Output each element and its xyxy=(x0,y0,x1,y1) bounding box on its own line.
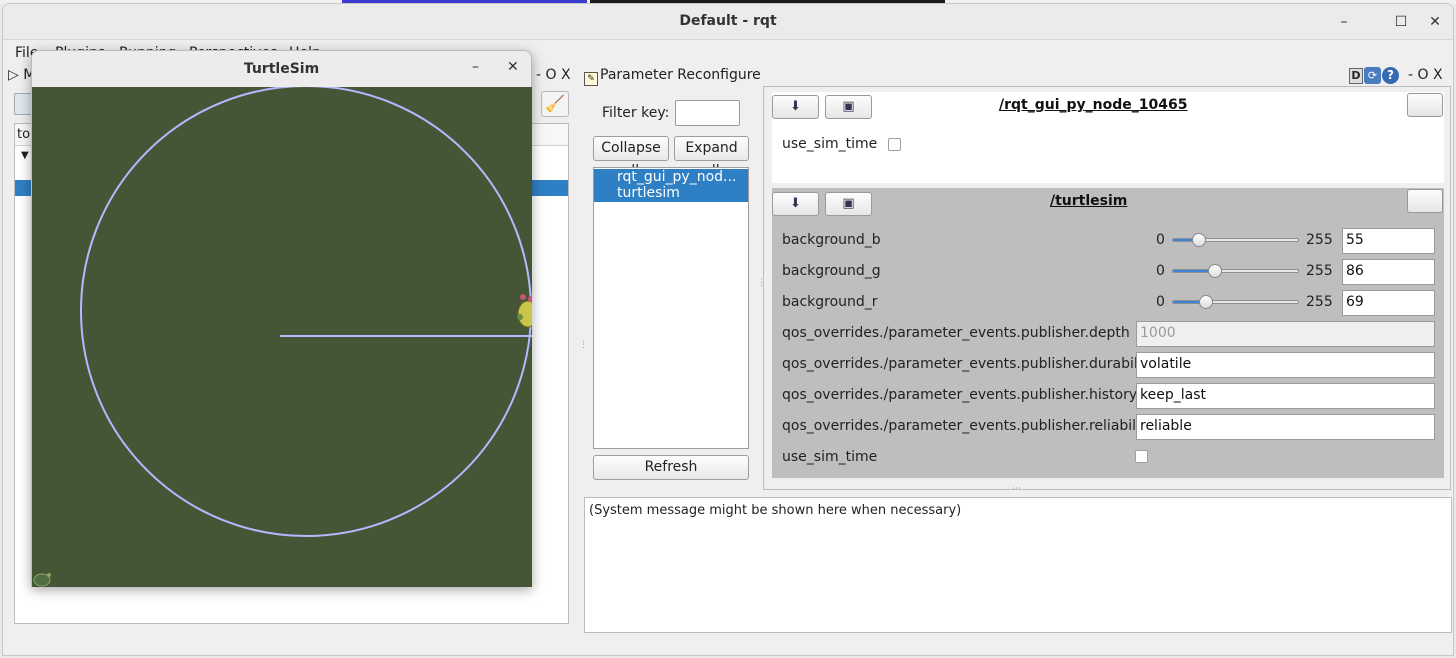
param-label-qos-depth: qos_overrides./parameter_events.publishe… xyxy=(782,325,1130,341)
slider-handle-g[interactable] xyxy=(1207,264,1222,278)
load-params-button[interactable]: ⬇ xyxy=(772,95,819,119)
expand-arrow-icon[interactable]: ▼ xyxy=(21,150,29,161)
slider-background-r[interactable] xyxy=(1172,300,1299,304)
panel-close-button[interactable] xyxy=(1407,93,1443,117)
param-label-qos-history: qos_overrides./parameter_events.publishe… xyxy=(782,387,1138,403)
background-r-input[interactable]: 69 xyxy=(1342,290,1435,316)
param-label-background-b: background_b xyxy=(782,232,881,248)
vertical-splitter[interactable]: ⋮ xyxy=(579,340,588,350)
horizontal-splitter[interactable]: ⋯ xyxy=(1012,484,1021,494)
param-label-qos-durability: qos_overrides./parameter_events.publishe… xyxy=(782,356,1138,372)
reload-icon[interactable]: ⟳ xyxy=(1364,67,1381,84)
panel-node-name: /rqt_gui_py_node_10465 xyxy=(999,97,1188,113)
slider-max-g: 255 xyxy=(1306,263,1333,279)
param-reconfigure-title: ✎ Parameter Reconfigure xyxy=(584,67,761,86)
turtlesim-window[interactable]: TurtleSim – ✕ xyxy=(31,50,532,587)
slider-min-b: 0 xyxy=(1156,232,1165,248)
param-label-use-sim-time: use_sim_time xyxy=(782,136,878,152)
slider-background-g[interactable] xyxy=(1172,269,1299,273)
slider-max-b: 255 xyxy=(1306,232,1333,248)
help-icon[interactable]: ? xyxy=(1382,67,1399,84)
slider-min-r: 0 xyxy=(1156,294,1165,310)
panel-close-button-2[interactable] xyxy=(1407,189,1443,213)
qos-durability-input[interactable]: volatile xyxy=(1136,352,1435,378)
node-list[interactable]: rqt_gui_py_nod... turtlesim xyxy=(593,167,749,449)
node-item-turtlesim[interactable]: turtlesim xyxy=(594,185,748,202)
param-label-use-sim-time-2: use_sim_time xyxy=(782,449,878,465)
use-sim-time-checkbox-2[interactable] xyxy=(1135,450,1148,463)
window-title: Default - rqt xyxy=(679,13,777,29)
refresh-button[interactable]: Refresh xyxy=(593,455,749,480)
param-label-background-g: background_g xyxy=(782,263,881,279)
pr-dock-controls[interactable]: - O X xyxy=(1408,67,1443,83)
turtlesim-canvas xyxy=(32,87,532,587)
slider-background-b[interactable] xyxy=(1172,238,1299,242)
slider-min-g: 0 xyxy=(1156,263,1165,279)
turtlesim-close-button[interactable]: ✕ xyxy=(507,59,519,75)
qos-reliability-input[interactable]: reliable xyxy=(1136,414,1435,440)
reconfigure-icon: ✎ xyxy=(584,72,598,86)
maximize-button[interactable]: ☐ xyxy=(1390,11,1412,33)
panel-node-name-turtlesim: /turtlesim xyxy=(1050,193,1128,209)
clear-broom-button[interactable]: 🧹 xyxy=(541,91,569,117)
background-b-input[interactable]: 55 xyxy=(1342,228,1435,254)
dock-d-icon[interactable]: D xyxy=(1349,68,1363,84)
use-sim-time-checkbox[interactable] xyxy=(888,138,901,151)
system-message-box: (System message might be shown here when… xyxy=(584,497,1452,633)
slider-max-r: 255 xyxy=(1306,294,1333,310)
turtlesim-minimize-button[interactable]: – xyxy=(472,59,479,75)
filter-key-input[interactable] xyxy=(675,100,740,126)
expand-all-button[interactable]: Expand all xyxy=(674,136,749,179)
param-label-background-r: background_r xyxy=(782,294,878,310)
minimize-button[interactable]: – xyxy=(1333,11,1355,33)
collapse-all-button[interactable]: Collapse all xyxy=(593,136,669,179)
turtlesim-title: TurtleSim xyxy=(243,61,320,77)
close-button[interactable]: ✕ xyxy=(1424,11,1446,33)
qos-depth-input: 1000 xyxy=(1136,321,1435,347)
load-params-button-2[interactable]: ⬇ xyxy=(772,192,819,216)
qos-history-input[interactable]: keep_last xyxy=(1136,383,1435,409)
node-item-rqt-gui[interactable]: rqt_gui_py_nod... xyxy=(594,169,748,186)
save-params-button[interactable]: ▣ xyxy=(825,95,872,119)
filter-key-label: Filter key: xyxy=(602,105,670,121)
background-g-input[interactable]: 86 xyxy=(1342,259,1435,285)
save-params-button-2[interactable]: ▣ xyxy=(825,192,872,216)
left-dock-controls[interactable]: - O X xyxy=(536,67,571,83)
main-titlebar: Default - rqt – ☐ ✕ xyxy=(3,4,1453,40)
param-label-qos-reliability: qos_overrides./parameter_events.publishe… xyxy=(782,418,1140,434)
